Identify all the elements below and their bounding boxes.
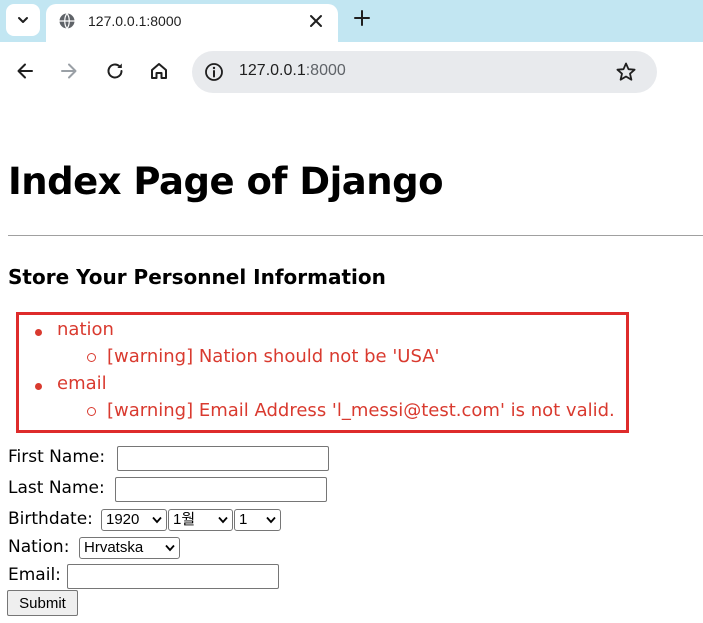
back-icon[interactable] (14, 60, 36, 82)
chevron-down-icon (152, 516, 162, 524)
birth-month-select[interactable]: 1월 (168, 509, 233, 531)
nation-label: Nation: (8, 537, 70, 557)
tab-strip: 127.0.0.1:8000 (0, 0, 703, 42)
error-message-nation: [warning] Nation should not be 'USA' (107, 346, 440, 367)
forward-icon[interactable] (58, 60, 80, 82)
birth-year-select[interactable]: 1920 (101, 509, 167, 531)
birthdate-label: Birthdate: (8, 509, 93, 529)
home-icon[interactable] (148, 60, 170, 82)
last-name-input[interactable] (115, 477, 327, 502)
horizontal-rule (8, 235, 703, 236)
birth-day-select[interactable]: 1 (234, 509, 281, 531)
tab-title: 127.0.0.1:8000 (88, 13, 182, 29)
error-field-email: email (57, 373, 107, 394)
email-input[interactable] (67, 564, 279, 589)
bullet-circle (87, 353, 96, 362)
bookmark-star-icon[interactable] (615, 61, 637, 83)
new-tab-icon[interactable] (353, 9, 371, 27)
close-icon[interactable] (308, 13, 324, 29)
error-list: nation [warning] Nation should not be 'U… (16, 312, 629, 433)
bullet-circle (87, 407, 96, 416)
section-title: Store Your Personnel Information (8, 265, 386, 289)
birth-day-value: 1 (239, 511, 248, 528)
nation-select[interactable]: Hrvatska (79, 537, 180, 559)
chevron-down-icon (18, 17, 28, 23)
page-title: Index Page of Django (8, 160, 444, 203)
first-name-label: First Name: (8, 447, 106, 467)
birth-year-value: 1920 (106, 511, 140, 528)
chevron-down-icon (218, 516, 228, 524)
first-name-input[interactable] (117, 446, 329, 471)
nation-value: Hrvatska (84, 539, 144, 556)
url-port: :8000 (305, 62, 346, 79)
submit-button[interactable]: Submit (7, 590, 78, 616)
birth-month-value: 1월 (173, 511, 196, 528)
bullet-dot (35, 383, 42, 390)
browser-toolbar: 127.0.0.1:8000 (0, 42, 703, 102)
info-icon[interactable] (204, 62, 224, 82)
browser-tab[interactable]: 127.0.0.1:8000 (46, 4, 338, 42)
email-label: Email: (8, 565, 61, 585)
error-message-email: [warning] Email Address 'l_messi@test.co… (107, 400, 615, 421)
address-bar[interactable]: 127.0.0.1:8000 (192, 51, 657, 93)
reload-icon[interactable] (104, 60, 126, 82)
globe-icon (59, 13, 75, 29)
tab-search-button[interactable] (6, 4, 40, 36)
last-name-label: Last Name: (8, 478, 105, 498)
bullet-dot (35, 329, 42, 336)
url-host: 127.0.0.1 (239, 62, 306, 79)
chevron-down-icon (266, 516, 276, 524)
error-field-nation: nation (57, 319, 114, 340)
url-text: 127.0.0.1:8000 (239, 62, 346, 80)
chevron-down-icon (165, 544, 175, 552)
